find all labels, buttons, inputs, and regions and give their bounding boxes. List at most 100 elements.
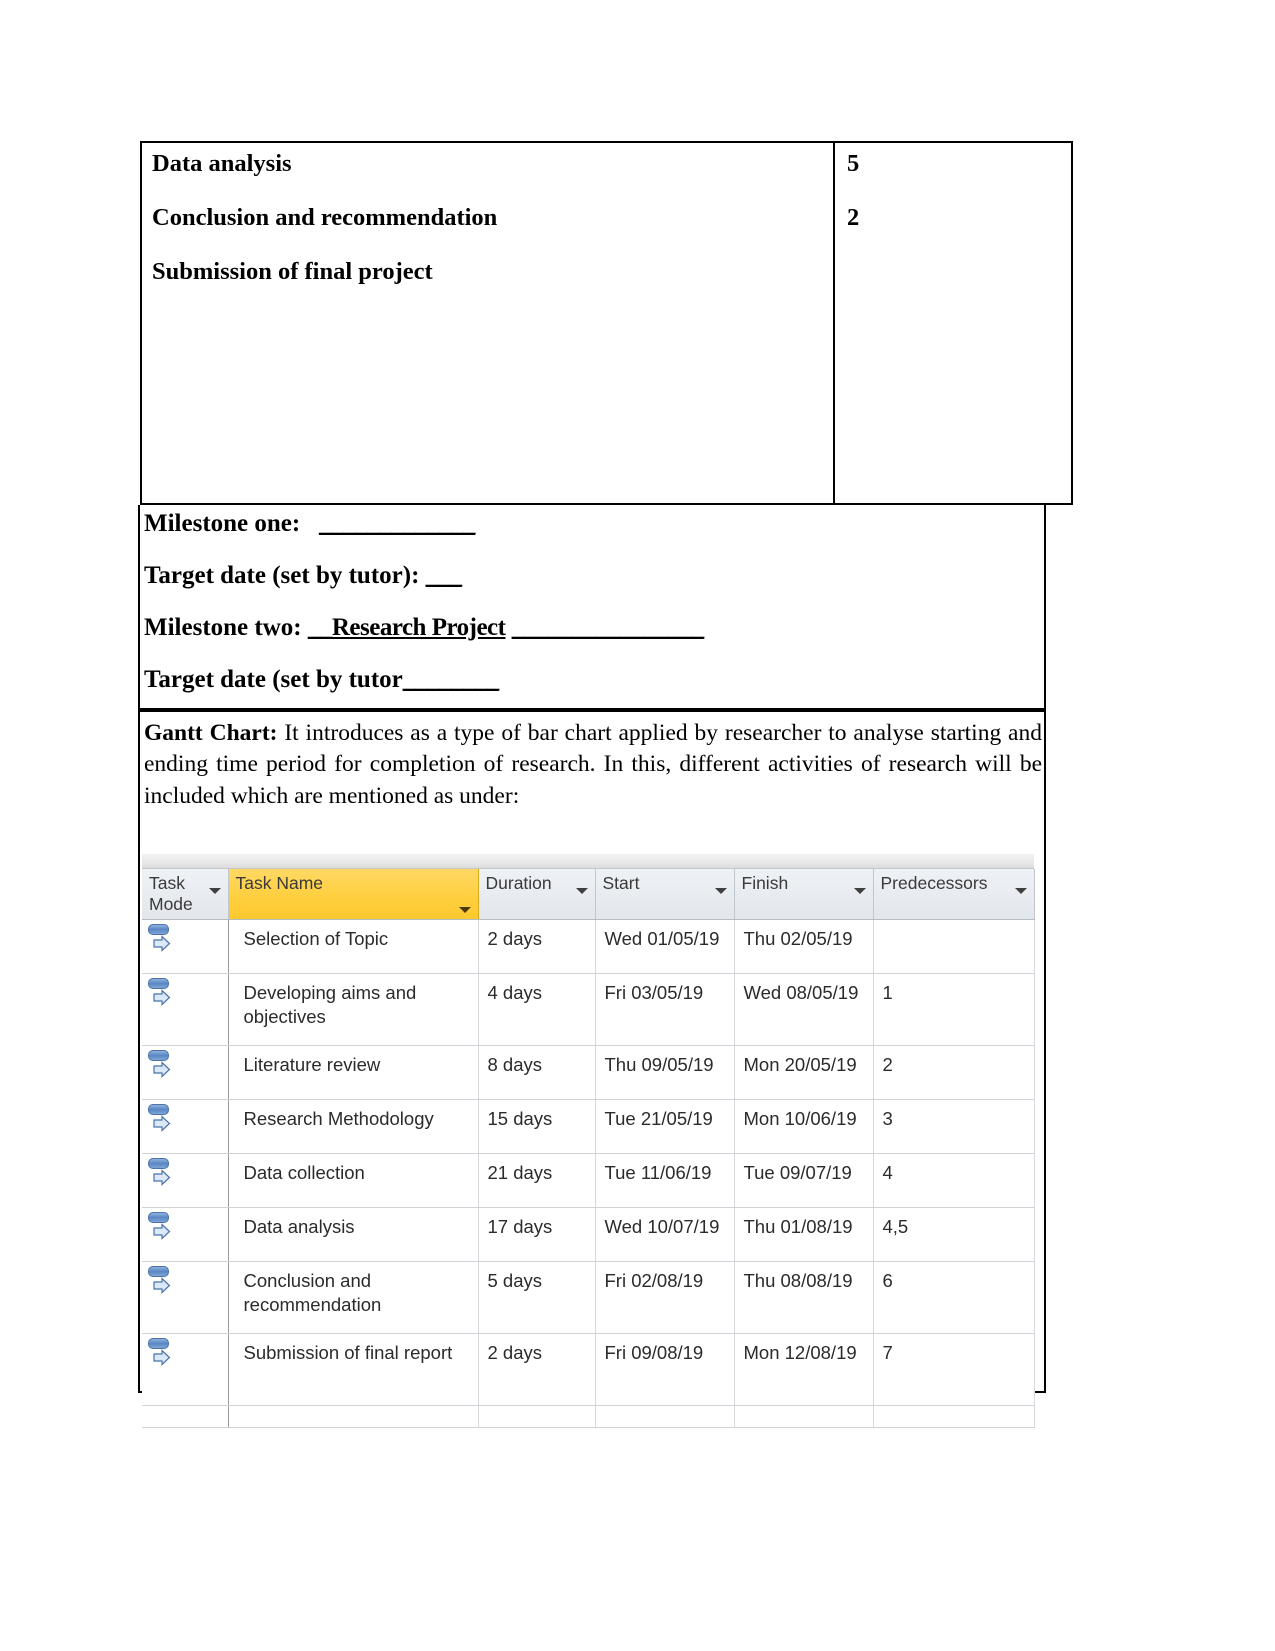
start-cell[interactable]: Fri 03/05/19: [595, 973, 735, 1046]
task-mode-cell[interactable]: [142, 1333, 229, 1406]
task-name-cell[interactable]: Data collection: [228, 1153, 479, 1208]
duration-cell[interactable]: 5 days: [478, 1261, 596, 1334]
gantt-chart-body: It introduces as a type of bar chart app…: [144, 720, 1042, 809]
task-mode-cell[interactable]: [142, 973, 229, 1046]
table-row[interactable]: Conclusion and recommendation 5 days Fri…: [142, 1261, 1035, 1334]
activity-row-label: Data analysis: [152, 150, 292, 177]
milestone-one-label: Milestone one:: [144, 510, 301, 537]
activity-row-label: Conclusion and recommendation: [152, 203, 498, 231]
table-row[interactable]: Data analysis 17 days Wed 10/07/19 Thu 0…: [142, 1207, 1035, 1262]
predecessors-cell[interactable]: 4: [873, 1153, 1035, 1208]
duration-cell[interactable]: 2 days: [478, 919, 596, 974]
task-mode-cell[interactable]: [142, 919, 229, 974]
task-name-cell[interactable]: Selection of Topic: [228, 919, 479, 974]
start-cell[interactable]: Fri 02/08/19: [595, 1261, 735, 1334]
finish-cell[interactable]: Mon 20/05/19: [734, 1045, 874, 1100]
table-row[interactable]: Literature review 8 days Thu 09/05/19 Mo…: [142, 1045, 1035, 1100]
column-header-finish[interactable]: Finish: [734, 869, 874, 920]
ms-project-grid: Task Mode Task Name Duration Start Finis…: [142, 854, 1035, 1428]
milestone-one-line: Milestone one: _____________: [144, 511, 1044, 536]
table-row[interactable]: Submission of final report 2 days Fri 09…: [142, 1333, 1035, 1406]
task-name-cell[interactable]: Data analysis: [228, 1207, 479, 1262]
filter-arrow-icon[interactable]: [208, 888, 221, 894]
column-header-task-mode[interactable]: Task Mode: [142, 869, 229, 920]
duration-cell[interactable]: 2 days: [478, 1333, 596, 1406]
task-mode-cell[interactable]: [142, 1153, 229, 1208]
activity-row-label: Submission of final project: [152, 257, 433, 285]
duration-cell[interactable]: 21 days: [478, 1153, 596, 1208]
predecessors-cell[interactable]: 7: [873, 1333, 1035, 1406]
start-cell[interactable]: Fri 09/08/19: [595, 1333, 735, 1406]
milestone-two-label: Milestone two:: [144, 614, 302, 641]
milestone-two-line: Milestone two: __Research Project ______…: [144, 615, 1044, 640]
duration-cell[interactable]: 17 days: [478, 1207, 596, 1262]
predecessors-cell[interactable]: 6: [873, 1261, 1035, 1334]
start-cell[interactable]: [595, 1405, 735, 1428]
target-date-one-blank: ___: [425, 562, 463, 589]
duration-cell[interactable]: [478, 1405, 596, 1428]
predecessors-cell[interactable]: [873, 919, 1035, 974]
gantt-chart-paragraph: Gantt Chart: It introduces as a type of …: [144, 718, 1042, 812]
start-cell[interactable]: Tue 11/06/19: [595, 1153, 735, 1208]
predecessors-cell[interactable]: 4,5: [873, 1207, 1035, 1262]
target-date-two-label: Target date (set by tutor: [144, 666, 403, 693]
task-mode-cell[interactable]: [142, 1099, 229, 1154]
predecessors-cell[interactable]: [873, 1405, 1035, 1428]
start-cell[interactable]: Wed 01/05/19: [595, 919, 735, 974]
table-row[interactable]: Research Methodology 15 days Tue 21/05/1…: [142, 1099, 1035, 1154]
task-name-cell[interactable]: Literature review: [228, 1045, 479, 1100]
column-header-task-name[interactable]: Task Name: [228, 869, 479, 920]
task-mode-cell[interactable]: [142, 1261, 229, 1334]
predecessors-cell[interactable]: 2: [873, 1045, 1035, 1100]
task-name-cell[interactable]: Developing aims and objectives: [228, 973, 479, 1046]
predecessors-cell[interactable]: 1: [873, 973, 1035, 1046]
finish-cell[interactable]: Mon 12/08/19: [734, 1333, 874, 1406]
document-page: Data analysis Conclusion and recommendat…: [0, 0, 1275, 1651]
task-mode-cell[interactable]: [142, 1207, 229, 1262]
finish-cell[interactable]: Tue 09/07/19: [734, 1153, 874, 1208]
task-mode-cell[interactable]: [142, 1045, 229, 1100]
duration-cell[interactable]: 15 days: [478, 1099, 596, 1154]
finish-cell[interactable]: [734, 1405, 874, 1428]
finish-cell[interactable]: Mon 10/06/19: [734, 1099, 874, 1154]
duration-cell[interactable]: 8 days: [478, 1045, 596, 1100]
filter-arrow-icon[interactable]: [1014, 888, 1027, 894]
finish-cell[interactable]: Wed 08/05/19: [734, 973, 874, 1046]
column-header-predecessors[interactable]: Predecessors: [873, 869, 1035, 920]
filter-arrow-icon[interactable]: [458, 907, 471, 913]
finish-cell[interactable]: Thu 02/05/19: [734, 919, 874, 974]
activity-column: Data analysis Conclusion and recommendat…: [142, 143, 835, 503]
auto-scheduled-icon: [148, 1338, 174, 1368]
start-cell[interactable]: Wed 10/07/19: [595, 1207, 735, 1262]
task-mode-cell[interactable]: [142, 1405, 229, 1428]
duration-value: 2: [847, 203, 860, 231]
task-name-cell[interactable]: Submission of final report: [228, 1333, 479, 1406]
table-header-row: Task Mode Task Name Duration Start Finis…: [142, 869, 1035, 920]
task-name-cell[interactable]: Research Methodology: [228, 1099, 479, 1154]
project-table-body: Selection of Topic 2 days Wed 01/05/19 T…: [142, 919, 1035, 1428]
filter-arrow-icon[interactable]: [853, 888, 866, 894]
auto-scheduled-icon: [148, 924, 174, 954]
table-row-empty[interactable]: [142, 1405, 1035, 1428]
filter-arrow-icon[interactable]: [575, 888, 588, 894]
predecessors-cell[interactable]: 3: [873, 1099, 1035, 1154]
finish-cell[interactable]: Thu 08/08/19: [734, 1261, 874, 1334]
start-cell[interactable]: Thu 09/05/19: [595, 1045, 735, 1100]
column-header-start[interactable]: Start: [595, 869, 735, 920]
target-date-one-line: Target date (set by tutor): ___: [144, 563, 1044, 588]
milestone-two-value: __Research Project: [307, 614, 506, 641]
task-name-cell[interactable]: [228, 1405, 479, 1428]
table-row[interactable]: Selection of Topic 2 days Wed 01/05/19 T…: [142, 919, 1035, 974]
milestone-two-blank: ________________: [511, 614, 705, 641]
target-date-one-label: Target date (set by tutor):: [144, 562, 420, 589]
filter-arrow-icon[interactable]: [714, 888, 727, 894]
start-cell[interactable]: Tue 21/05/19: [595, 1099, 735, 1154]
auto-scheduled-icon: [148, 1266, 174, 1296]
task-name-cell[interactable]: Conclusion and recommendation: [228, 1261, 479, 1334]
duration-cell[interactable]: 4 days: [478, 973, 596, 1046]
table-row[interactable]: Data collection 21 days Tue 11/06/19 Tue…: [142, 1153, 1035, 1208]
finish-cell[interactable]: Thu 01/08/19: [734, 1207, 874, 1262]
column-header-duration[interactable]: Duration: [478, 869, 596, 920]
target-date-two-line: Target date (set by tutor________: [144, 667, 1044, 692]
table-row[interactable]: Developing aims and objectives 4 days Fr…: [142, 973, 1035, 1046]
